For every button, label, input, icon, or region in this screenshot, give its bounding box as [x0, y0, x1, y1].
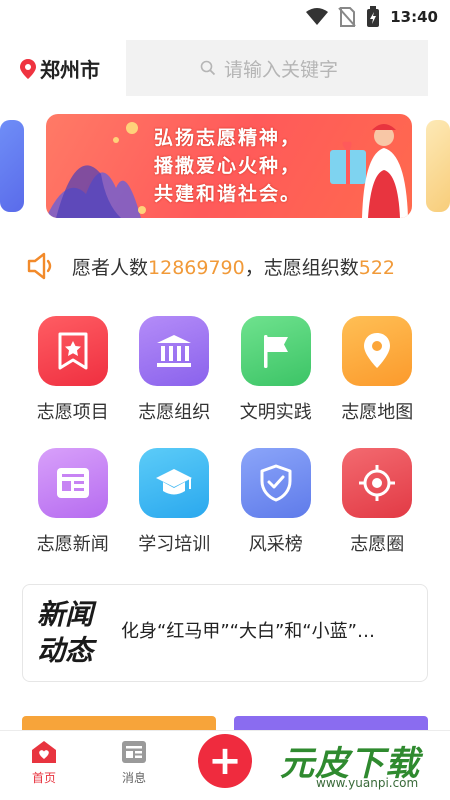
banner-next-card[interactable] — [426, 120, 450, 212]
banner-slide[interactable]: 弘扬志愿精神， 播撒爱心火种， 共建和谐社会。 — [46, 114, 412, 218]
notice-text: 愿者人数12869790，志愿组织数522 — [72, 253, 424, 280]
feature-row-2: 志愿新闻 学习培训 风采榜 志愿圈 — [22, 448, 428, 580]
status-time: 13:40 — [390, 8, 438, 26]
feature-label: 文明实践 — [239, 402, 312, 423]
feature-label: 志愿圈 — [350, 534, 405, 555]
feature-study-training[interactable]: 学习培训 — [124, 448, 226, 580]
feature-volunteer-news[interactable]: 志愿新闻 — [22, 448, 124, 580]
banner-line-1: 弘扬志愿精神， — [154, 127, 302, 149]
status-bar: 13:40 — [0, 0, 450, 34]
feature-grid: 志愿项目 志愿组织 文明实践 志愿地图 志愿新闻 学习培训 风采榜 志愿圈 — [22, 316, 428, 580]
volunteer-count: 12869790 — [148, 256, 245, 279]
volunteer-news-tile — [37, 448, 108, 518]
feature-label: 志愿组织 — [138, 402, 211, 423]
news-headline[interactable]: 化身“红马甲”“大白”和“小蓝”… — [121, 617, 417, 643]
news-logo-line-1: 新闻 — [37, 598, 94, 631]
no-sim-icon — [338, 7, 356, 27]
home-heart-icon — [32, 741, 56, 763]
study-training-tile — [139, 448, 210, 518]
target-icon — [359, 465, 396, 501]
tab-messages[interactable]: 消息 — [104, 739, 164, 786]
feature-label: 志愿地图 — [341, 402, 414, 423]
tab-home-label: 首页 — [31, 771, 56, 785]
publish-plus-button[interactable]: + — [198, 734, 252, 788]
feature-label: 学习培训 — [138, 534, 211, 555]
honor-list-tile — [240, 448, 311, 518]
volunteer-projects-tile — [37, 316, 108, 386]
notice-ticker[interactable]: 愿者人数12869790，志愿组织数522 — [26, 250, 426, 282]
banner-line-3: 共建和谐社会。 — [154, 183, 302, 205]
feature-civilization-practice[interactable]: 文明实践 — [225, 316, 327, 448]
feature-label: 志愿新闻 — [36, 534, 109, 555]
watermark-url: www.yuanpi.com — [316, 776, 419, 790]
volunteer-circle-tile — [342, 448, 413, 518]
bookmark-star-icon — [58, 332, 88, 370]
message-card-icon — [122, 741, 146, 763]
banner-carousel[interactable]: 弘扬志愿精神， 播撒爱心火种， 共建和谐社会。 — [0, 114, 450, 218]
feature-volunteer-projects[interactable]: 志愿项目 — [22, 316, 124, 448]
promo-card-left[interactable] — [22, 716, 216, 730]
search-input[interactable]: 请输入关键字 — [126, 40, 428, 96]
tab-home[interactable]: 首页 — [14, 739, 74, 786]
notice-prefix: 愿者人数 — [72, 256, 149, 279]
volunteer-map-tile — [342, 316, 413, 386]
battery-charging-icon — [367, 6, 380, 27]
search-placeholder: 请输入关键字 — [224, 58, 339, 81]
map-pin-icon — [364, 333, 391, 368]
newspaper-icon — [56, 468, 89, 498]
top-bar: 郑州市 请输入关键字 — [0, 40, 450, 96]
promo-card-right[interactable] — [234, 716, 428, 730]
feature-volunteer-circle[interactable]: 志愿圈 — [327, 448, 429, 580]
city-selector[interactable]: 郑州市 — [20, 54, 100, 83]
status-icons: 13:40 — [306, 6, 438, 28]
civilization-practice-tile — [240, 316, 311, 386]
speaker-icon — [27, 252, 52, 280]
banner-slogan: 弘扬志愿精神， 播撒爱心火种， 共建和谐社会。 — [154, 124, 301, 208]
banner-line-2: 播撒爱心火种， — [154, 155, 302, 177]
tab-messages-label: 消息 — [121, 771, 146, 785]
location-pin-icon — [20, 58, 36, 79]
news-card[interactable]: 新闻 动态 化身“红马甲”“大白”和“小蓝”… — [22, 584, 428, 682]
volunteer-organizations-tile — [139, 316, 210, 386]
feature-volunteer-map[interactable]: 志愿地图 — [327, 316, 429, 448]
shield-check-icon — [260, 464, 292, 502]
graduation-cap-icon — [156, 469, 193, 495]
news-logo-line-2: 动态 — [37, 634, 94, 667]
feature-label: 志愿项目 — [36, 402, 109, 423]
search-icon — [200, 60, 216, 76]
feature-volunteer-organizations[interactable]: 志愿组织 — [124, 316, 226, 448]
banner-prev-card[interactable] — [0, 120, 24, 212]
feature-honor-list[interactable]: 风采榜 — [225, 448, 327, 580]
wifi-icon — [306, 8, 329, 25]
city-name: 郑州市 — [40, 58, 100, 82]
watermark: 元皮下载 www.yuanpi.com — [272, 734, 442, 792]
feature-label: 风采榜 — [248, 534, 303, 555]
institution-icon — [157, 335, 192, 367]
organization-count: 522 — [358, 256, 396, 279]
flag-icon — [263, 335, 288, 368]
feature-row-1: 志愿项目 志愿组织 文明实践 志愿地图 — [22, 316, 428, 448]
notice-middle: ，志愿组织数 — [244, 256, 359, 279]
news-logo: 新闻 动态 — [37, 597, 107, 669]
